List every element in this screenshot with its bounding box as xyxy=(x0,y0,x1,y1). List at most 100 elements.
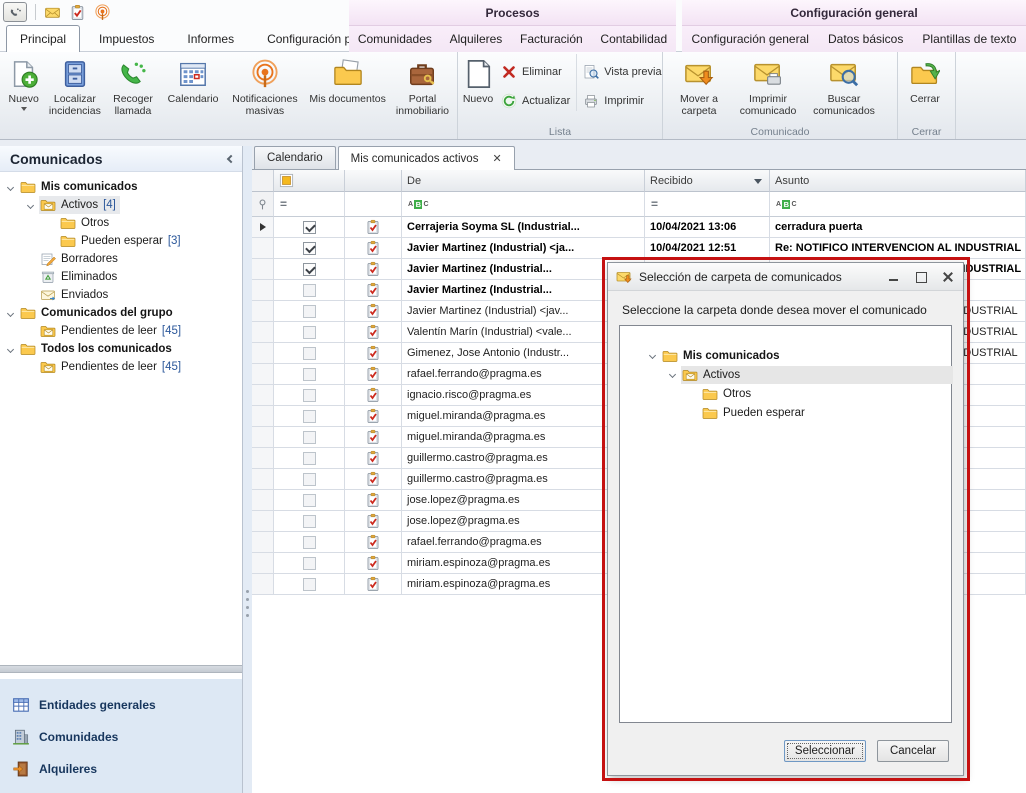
column-header-de[interactable]: De xyxy=(402,170,645,192)
imprimir-comunicado-button[interactable]: Imprimir comunicado xyxy=(732,54,804,126)
cancelar-button[interactable]: Cancelar xyxy=(877,740,949,762)
filter-cell-row-indicator[interactable] xyxy=(252,192,274,217)
row-checkbox[interactable] xyxy=(303,242,316,255)
buscar-comunicados-button[interactable]: Buscar comunicados xyxy=(804,54,884,126)
tasks-button[interactable] xyxy=(69,4,86,21)
row-indicator-cell[interactable] xyxy=(252,574,274,595)
row-type-cell[interactable] xyxy=(345,469,402,490)
row-checkbox-cell[interactable] xyxy=(274,280,345,301)
row-type-cell[interactable] xyxy=(345,238,402,259)
row-checkbox[interactable] xyxy=(303,389,316,402)
tree-item-mis-comunicados[interactable]: Mis comunicados xyxy=(620,346,951,365)
filter-cell-tipo[interactable] xyxy=(345,192,402,217)
row-indicator-cell[interactable] xyxy=(252,322,274,343)
row-checkbox-cell[interactable] xyxy=(274,448,345,469)
row-indicator-cell[interactable] xyxy=(252,364,274,385)
cell-asunto[interactable]: cerradura puerta xyxy=(770,217,1026,238)
row-type-cell[interactable] xyxy=(345,301,402,322)
mail-button[interactable] xyxy=(44,4,61,21)
row-checkbox[interactable] xyxy=(303,536,316,549)
row-indicator-cell[interactable] xyxy=(252,301,274,322)
row-checkbox-cell[interactable] xyxy=(274,364,345,385)
tree-item-otros[interactable]: Otros xyxy=(0,214,242,232)
row-checkbox[interactable] xyxy=(303,557,316,570)
row-checkbox[interactable] xyxy=(303,410,316,423)
row-checkbox-cell[interactable] xyxy=(274,343,345,364)
row-checkbox-cell[interactable] xyxy=(274,553,345,574)
row-type-cell[interactable] xyxy=(345,427,402,448)
row-checkbox[interactable] xyxy=(303,515,316,528)
row-checkbox-cell[interactable] xyxy=(274,217,345,238)
sidebar-item-facturación[interactable]: Facturación xyxy=(0,785,242,793)
row-type-cell[interactable] xyxy=(345,280,402,301)
row-type-cell[interactable] xyxy=(345,385,402,406)
app-menu-button[interactable] xyxy=(3,2,27,22)
cell-de[interactable]: Cerrajeria Soyma SL (Industrial... xyxy=(402,217,645,238)
tree-item-pendientes-de-leer[interactable]: Pendientes de leer[45] xyxy=(0,322,242,340)
row-type-cell[interactable] xyxy=(345,259,402,280)
tree-item-eliminados[interactable]: Eliminados xyxy=(0,268,242,286)
nuevo-button[interactable]: Nuevo xyxy=(3,54,44,126)
row-checkbox[interactable] xyxy=(303,326,316,339)
row-checkbox-cell[interactable] xyxy=(274,490,345,511)
maximize-button[interactable] xyxy=(914,271,928,283)
tree-item-mis-comunicados[interactable]: Mis comunicados xyxy=(0,178,242,196)
close-button[interactable] xyxy=(941,271,955,283)
table-row[interactable]: Javier Martinez (Industrial) <ja...10/04… xyxy=(252,238,1026,259)
tree-item-pueden-esperar[interactable]: Pueden esperar xyxy=(620,403,951,422)
ribbon-tab-contabilidad[interactable]: Contabilidad xyxy=(593,26,674,52)
row-checkbox[interactable] xyxy=(303,347,316,360)
filter-cell-select[interactable]: = xyxy=(274,192,345,217)
row-checkbox-cell[interactable] xyxy=(274,574,345,595)
row-indicator-cell[interactable] xyxy=(252,532,274,553)
row-indicator-cell[interactable] xyxy=(252,511,274,532)
mover-a-carpeta-button[interactable]: Mover a carpeta xyxy=(666,54,732,126)
row-type-cell[interactable] xyxy=(345,448,402,469)
row-indicator-cell[interactable] xyxy=(252,427,274,448)
notifications-button[interactable] xyxy=(94,4,111,21)
column-header-recibido[interactable]: Recibido xyxy=(645,170,770,192)
ribbon-tab-alquileres[interactable]: Alquileres xyxy=(443,26,510,52)
row-checkbox-cell[interactable] xyxy=(274,532,345,553)
row-indicator-cell[interactable] xyxy=(252,280,274,301)
row-checkbox[interactable] xyxy=(303,221,316,234)
row-indicator-cell[interactable] xyxy=(252,553,274,574)
row-checkbox[interactable] xyxy=(303,263,316,276)
row-indicator-cell[interactable] xyxy=(252,406,274,427)
row-indicator-cell[interactable] xyxy=(252,217,274,238)
row-indicator-cell[interactable] xyxy=(252,448,274,469)
ribbon-tab-informes[interactable]: Informes xyxy=(173,25,248,52)
ribbon-tab-facturación[interactable]: Facturación xyxy=(513,26,590,52)
portal-inmobiliario-button[interactable]: Portal inmobiliario xyxy=(391,54,454,126)
expander-chevron-icon[interactable] xyxy=(27,201,34,208)
vista-previa-button[interactable]: Vista previa xyxy=(583,62,661,82)
cell-recibido[interactable]: 10/04/2021 13:06 xyxy=(645,217,770,238)
column-header-tipo[interactable] xyxy=(345,170,402,192)
row-type-cell[interactable] xyxy=(345,490,402,511)
cell-recibido[interactable]: 10/04/2021 12:51 xyxy=(645,238,770,259)
row-type-cell[interactable] xyxy=(345,574,402,595)
row-checkbox-cell[interactable] xyxy=(274,322,345,343)
notificaciones-masivas-button[interactable]: Notificaciones masivas xyxy=(226,54,305,126)
sidebar-item-comunidades[interactable]: Comunidades xyxy=(0,721,242,753)
ribbon-tab-comunidades[interactable]: Comunidades xyxy=(351,26,439,52)
calendario-button[interactable]: Calendario xyxy=(161,54,226,126)
actualizar-button[interactable]: Actualizar xyxy=(501,91,570,111)
minimize-button[interactable] xyxy=(887,271,901,283)
row-type-cell[interactable] xyxy=(345,364,402,385)
collapse-sidebar-icon[interactable] xyxy=(227,154,235,162)
row-checkbox-cell[interactable] xyxy=(274,427,345,448)
cell-asunto[interactable]: Re: NOTIFICO INTERVENCION AL INDUSTRIAL xyxy=(770,238,1026,259)
row-indicator-cell[interactable] xyxy=(252,238,274,259)
row-indicator-cell[interactable] xyxy=(252,343,274,364)
tree-item-comunicados-del-grupo[interactable]: Comunicados del grupo xyxy=(0,304,242,322)
tree-item-activos[interactable]: Activos xyxy=(620,365,951,384)
row-checkbox-cell[interactable] xyxy=(274,301,345,322)
row-checkbox-cell[interactable] xyxy=(274,238,345,259)
tree-item-pendientes-de-leer[interactable]: Pendientes de leer[45] xyxy=(0,358,242,376)
eliminar-button[interactable]: Eliminar xyxy=(501,62,570,82)
row-type-cell[interactable] xyxy=(345,406,402,427)
row-indicator-cell[interactable] xyxy=(252,385,274,406)
expander-chevron-icon[interactable] xyxy=(7,309,14,316)
row-checkbox[interactable] xyxy=(303,494,316,507)
